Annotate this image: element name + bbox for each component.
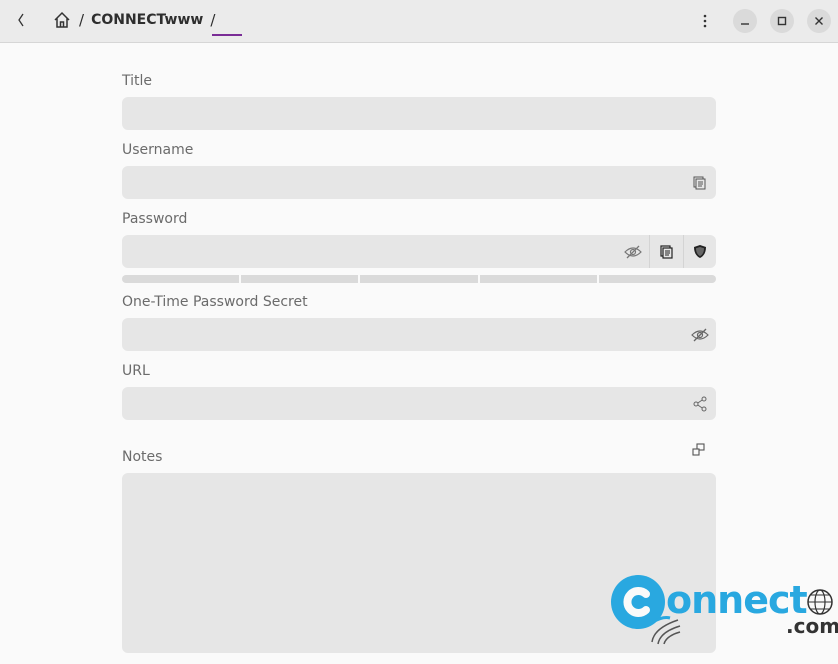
breadcrumb-separator: / (210, 11, 216, 29)
breadcrumb-folder[interactable]: CONNECTwww (91, 12, 203, 28)
copy-icon (693, 176, 705, 189)
username-input[interactable] (122, 166, 716, 199)
notes-label: Notes (122, 449, 163, 465)
maximize-button[interactable] (770, 9, 794, 33)
toggle-password-visibility-button[interactable] (616, 235, 649, 268)
breadcrumb-separator: / (79, 11, 85, 29)
expand-icon (692, 443, 705, 456)
strength-segment (241, 275, 359, 283)
watermark-suffix: .com (786, 614, 838, 638)
password-generator-button[interactable] (683, 235, 716, 268)
minimize-icon (741, 23, 749, 25)
close-icon (815, 17, 823, 25)
shield-icon (693, 245, 706, 258)
close-button[interactable] (807, 9, 831, 33)
strength-segment (479, 275, 597, 283)
home-icon (54, 11, 70, 28)
strength-segment (360, 275, 478, 283)
otp-input[interactable] (122, 318, 716, 351)
title-input[interactable] (122, 97, 716, 130)
chevron-left-icon (18, 13, 24, 27)
menu-button[interactable] (694, 10, 716, 32)
username-label: Username (122, 142, 194, 158)
header-bar: / CONNECTwww / (0, 0, 838, 43)
url-label: URL (122, 363, 150, 379)
eye-hidden-icon (690, 328, 709, 341)
toggle-otp-visibility-button[interactable] (683, 318, 716, 351)
back-button[interactable] (10, 9, 32, 31)
url-input[interactable] (122, 387, 716, 420)
password-label: Password (122, 211, 188, 227)
minimize-button[interactable] (733, 9, 757, 33)
password-input[interactable] (122, 235, 716, 268)
open-url-button[interactable] (683, 387, 716, 420)
expand-notes-button[interactable] (690, 441, 708, 459)
vertical-dots-icon (703, 14, 707, 28)
otp-label: One-Time Password Secret (122, 294, 308, 310)
strength-segment (122, 275, 240, 283)
share-icon (693, 396, 706, 411)
copy-icon (659, 244, 673, 259)
copy-password-button[interactable] (650, 235, 683, 268)
maximize-icon (777, 16, 787, 26)
copy-username-button[interactable] (683, 166, 716, 199)
strength-segment (598, 275, 717, 283)
watermark-logo: onnect .com (608, 572, 838, 664)
breadcrumb: / CONNECTwww / (52, 10, 222, 30)
eye-hidden-icon (623, 245, 642, 258)
password-strength-meter (122, 275, 717, 283)
breadcrumb-current-indicator (212, 34, 242, 36)
title-label: Title (122, 73, 153, 89)
home-button[interactable] (52, 10, 72, 30)
